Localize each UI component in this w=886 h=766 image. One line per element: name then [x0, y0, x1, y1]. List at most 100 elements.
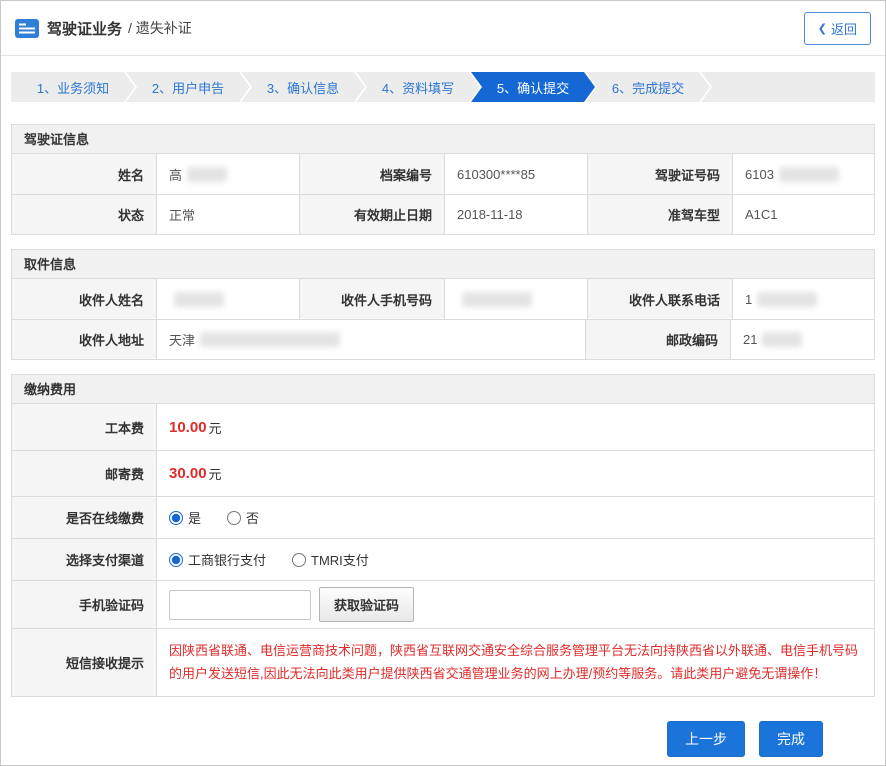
recipient-tel-label: 收件人联系电话 [588, 279, 733, 319]
file-number-value: 610300****85 [445, 154, 588, 194]
redacted-value [757, 292, 817, 307]
page-title: 驾驶证业务 [47, 18, 122, 39]
step-3-confirm-info: 3、确认信息 [241, 72, 365, 102]
redacted-value [779, 167, 839, 182]
recipient-name-label: 收件人姓名 [12, 279, 157, 319]
page-subtitle: / 遗失补证 [128, 18, 192, 38]
step-1-business-notice: 1、业务须知 [11, 72, 135, 102]
sms-code-field: 获取验证码 [157, 581, 874, 628]
table-row: 工本费 10.00元 [12, 404, 874, 450]
fees-section-title: 缴纳费用 [11, 374, 875, 404]
pickup-info-table: 收件人姓名 收件人手机号码 收件人联系电话 1 收件人地址 天津 邮政编码 21 [11, 279, 875, 360]
license-info-section-title: 驾驶证信息 [11, 124, 875, 154]
pickup-info-section-title: 取件信息 [11, 249, 875, 279]
finish-button[interactable]: 完成 [759, 721, 823, 757]
redacted-value [174, 292, 224, 307]
back-button-label: 返回 [831, 19, 857, 38]
step-5-confirm-submit: 5、确认提交 [471, 72, 595, 102]
postal-code-value: 21 [731, 320, 874, 359]
online-payment-no-radio[interactable] [227, 511, 241, 525]
table-row: 短信接收提示 因陕西省联通、电信运营商技术问题，陕西省互联网交通安全综合服务管理… [12, 628, 874, 696]
table-row: 收件人姓名 收件人手机号码 收件人联系电话 1 [12, 279, 874, 319]
expiry-date-label: 有效期止日期 [300, 195, 445, 234]
fees-table: 工本费 10.00元 邮寄费 30.00元 是否在线缴费 是 [11, 404, 875, 697]
postage-fee-value: 30.00元 [157, 451, 874, 496]
online-payment-yes-option[interactable]: 是 [169, 508, 201, 527]
step-2-user-declaration: 2、用户申告 [126, 72, 250, 102]
online-payment-no-option[interactable]: 否 [227, 508, 259, 527]
step-4-fill-materials: 4、资料填写 [356, 72, 480, 102]
step-progress-filler [701, 72, 875, 102]
table-row: 邮寄费 30.00元 [12, 450, 874, 496]
payment-channel-options: 工商银行支付 TMRI支付 [157, 539, 874, 580]
table-row: 收件人地址 天津 邮政编码 21 [12, 319, 874, 359]
postage-fee-label: 邮寄费 [12, 451, 157, 496]
step-label: 6、完成提交 [612, 78, 684, 97]
production-fee-value: 10.00元 [157, 404, 874, 450]
step-label: 5、确认提交 [497, 78, 569, 97]
vehicle-type-value: A1C1 [733, 195, 874, 234]
online-payment-yes-label: 是 [188, 508, 201, 527]
page: 驾驶证业务 / 遗失补证 ❮ 返回 1、业务须知 2、用户申告 3、确认信息 4… [0, 0, 886, 766]
table-row: 选择支付渠道 工商银行支付 TMRI支付 [12, 538, 874, 580]
sms-notice-value: 因陕西省联通、电信运营商技术问题，陕西省互联网交通安全综合服务管理平台无法向持陕… [157, 629, 874, 696]
production-fee-label: 工本费 [12, 404, 157, 450]
redacted-value [187, 167, 227, 182]
online-payment-options: 是 否 [157, 497, 874, 538]
table-row: 是否在线缴费 是 否 [12, 496, 874, 538]
step-6-complete-submit: 6、完成提交 [586, 72, 710, 102]
postal-code-label: 邮政编码 [586, 320, 731, 359]
sms-code-input[interactable] [169, 590, 311, 620]
get-code-button[interactable]: 获取验证码 [319, 587, 414, 622]
redacted-value [762, 332, 802, 347]
channel-icbc-radio[interactable] [169, 553, 183, 567]
sms-notice-text: 因陕西省联通、电信运营商技术问题，陕西省互联网交通安全综合服务管理平台无法向持陕… [169, 639, 860, 686]
step-label: 3、确认信息 [267, 78, 339, 97]
recipient-name-value [157, 279, 300, 319]
table-row: 状态 正常 有效期止日期 2018-11-18 准驾车型 A1C1 [12, 194, 874, 234]
recipient-address-value: 天津 [157, 320, 586, 359]
back-button[interactable]: ❮ 返回 [804, 12, 871, 45]
recipient-phone-value [445, 279, 588, 319]
channel-tmri-option[interactable]: TMRI支付 [292, 550, 369, 569]
file-number-label: 档案编号 [300, 154, 445, 194]
redacted-value [200, 332, 340, 347]
status-value: 正常 [157, 195, 300, 234]
name-label: 姓名 [12, 154, 157, 194]
fees-section: 缴纳费用 工本费 10.00元 邮寄费 30.00元 是否在线缴费 [11, 374, 875, 697]
channel-tmri-label: TMRI支付 [311, 550, 369, 569]
recipient-phone-label: 收件人手机号码 [300, 279, 445, 319]
step-label: 1、业务须知 [37, 78, 109, 97]
step-label: 4、资料填写 [382, 78, 454, 97]
vehicle-type-label: 准驾车型 [588, 195, 733, 234]
table-row: 手机验证码 获取验证码 [12, 580, 874, 628]
recipient-tel-value: 1 [733, 279, 874, 319]
channel-icbc-label: 工商银行支付 [188, 550, 266, 569]
back-chevron-icon: ❮ [818, 22, 827, 35]
payment-channel-label: 选择支付渠道 [12, 539, 157, 580]
recipient-address-label: 收件人地址 [12, 320, 157, 359]
pickup-info-section: 取件信息 收件人姓名 收件人手机号码 收件人联系电话 1 收件人地址 天津 邮政… [11, 249, 875, 360]
step-progress: 1、业务须知 2、用户申告 3、确认信息 4、资料填写 5、确认提交 6、完成提… [11, 72, 875, 102]
status-label: 状态 [12, 195, 157, 234]
license-info-table: 姓名 高 档案编号 610300****85 驾驶证号码 6103 状态 正常 … [11, 154, 875, 235]
channel-icbc-option[interactable]: 工商银行支付 [169, 550, 266, 569]
sms-code-label: 手机验证码 [12, 581, 157, 628]
channel-tmri-radio[interactable] [292, 553, 306, 567]
online-payment-label: 是否在线缴费 [12, 497, 157, 538]
previous-step-button[interactable]: 上一步 [667, 721, 745, 757]
sms-notice-label: 短信接收提示 [12, 629, 157, 696]
license-number-label: 驾驶证号码 [588, 154, 733, 194]
expiry-date-value: 2018-11-18 [445, 195, 588, 234]
online-payment-no-label: 否 [246, 508, 259, 527]
redacted-value [462, 292, 532, 307]
license-info-section: 驾驶证信息 姓名 高 档案编号 610300****85 驾驶证号码 6103 … [11, 124, 875, 235]
online-payment-yes-radio[interactable] [169, 511, 183, 525]
header: 驾驶证业务 / 遗失补证 ❮ 返回 [1, 1, 885, 56]
footer-actions: 上一步 完成 [1, 721, 823, 757]
license-number-value: 6103 [733, 154, 874, 194]
step-label: 2、用户申告 [152, 78, 224, 97]
name-value: 高 [157, 154, 300, 194]
table-row: 姓名 高 档案编号 610300****85 驾驶证号码 6103 [12, 154, 874, 194]
license-business-icon [15, 19, 39, 38]
